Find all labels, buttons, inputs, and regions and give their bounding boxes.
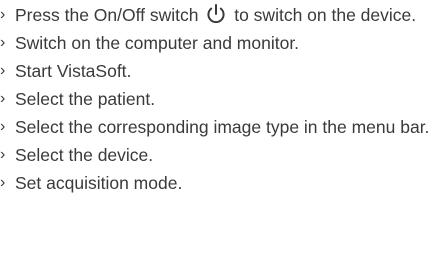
power-icon [205,3,227,25]
list-item: › Select the patient. [0,87,440,111]
bullet-icon: › [0,6,6,23]
list-item: › Set acquisition mode. [0,171,440,195]
bullet-icon: › [0,146,6,163]
step-text: Switch on the computer and monitor. [15,33,300,53]
list-item: › Select the corresponding image type in… [0,115,440,139]
step-text: Start VistaSoft. [15,61,132,81]
bullet-icon: › [0,34,6,51]
step-text: Select the corresponding image type in t… [15,117,430,137]
bullet-icon: › [0,62,6,79]
step-text: Select the patient. [15,89,156,109]
step-text-after-icon: to switch on the device. [229,5,417,25]
list-item: › Press the On/Off switch to switch on t… [0,3,440,27]
list-item: › Switch on the computer and monitor. [0,31,440,55]
step-text-before-icon: Press the On/Off switch [15,5,204,25]
step-text: Select the device. [15,145,154,165]
bullet-icon: › [0,118,6,135]
list-item: › Select the device. [0,143,440,167]
instruction-list: › Press the On/Off switch to switch on t… [0,0,440,195]
list-item: › Start VistaSoft. [0,59,440,83]
bullet-icon: › [0,90,6,107]
bullet-icon: › [0,174,6,191]
step-text: Set acquisition mode. [15,173,183,193]
